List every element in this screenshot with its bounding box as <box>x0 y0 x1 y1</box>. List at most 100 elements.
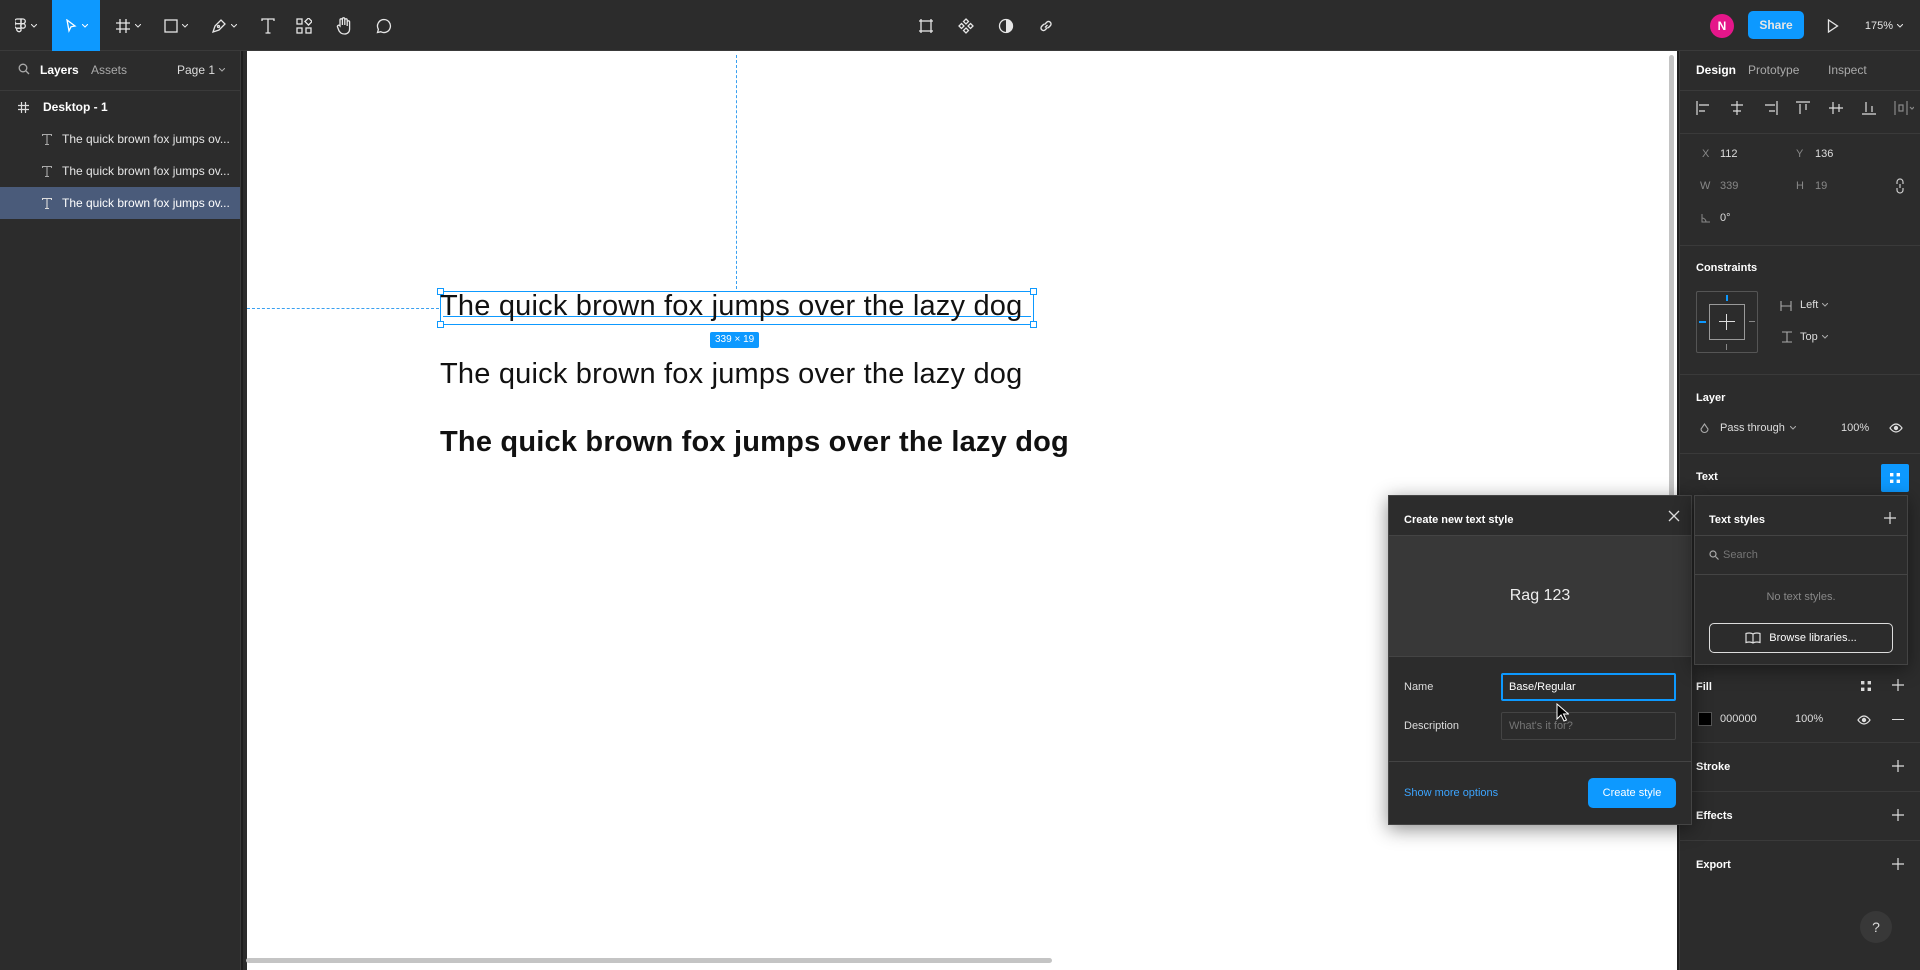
hand-tool-button[interactable] <box>328 0 360 51</box>
mask-button[interactable] <box>990 0 1022 51</box>
align-center-h-icon[interactable] <box>1729 101 1745 115</box>
description-label: Description <box>1404 720 1460 732</box>
effects-section-title: Effects <box>1696 810 1733 822</box>
distribute-icon[interactable] <box>1894 101 1914 115</box>
constraint-vertical-select[interactable]: Top <box>1800 331 1828 343</box>
align-bottom-icon[interactable] <box>1861 101 1877 115</box>
add-style-icon[interactable] <box>1884 512 1896 524</box>
layer-label: The quick brown fox jumps ov... <box>62 164 230 178</box>
tab-inspect[interactable]: Inspect <box>1828 63 1867 77</box>
layer-opacity-input[interactable]: 100% <box>1841 422 1869 434</box>
canvas-text-2[interactable]: The quick brown fox jumps over the lazy … <box>440 358 1022 391</box>
tab-prototype[interactable]: Prototype <box>1748 63 1799 77</box>
divider <box>1680 742 1920 743</box>
h-label: H <box>1796 180 1804 192</box>
resize-handle[interactable] <box>1030 288 1037 295</box>
resources-button[interactable] <box>288 0 320 51</box>
constrain-proportions-icon[interactable] <box>1895 178 1905 194</box>
resize-handle[interactable] <box>1030 321 1037 328</box>
share-button[interactable]: Share <box>1748 11 1804 39</box>
show-more-options-link[interactable]: Show more options <box>1404 787 1498 799</box>
fill-color-swatch[interactable] <box>1698 712 1712 726</box>
layer-text-1[interactable]: The quick brown fox jumps ov... <box>0 123 240 155</box>
empty-state-text: No text styles. <box>1766 591 1836 603</box>
horizontal-scrollbar[interactable] <box>246 958 1052 963</box>
text-styles-popover: Text styles No text styles. Browse libra… <box>1694 495 1908 665</box>
remove-fill-icon[interactable] <box>1892 719 1904 721</box>
text-style-button[interactable] <box>1881 464 1909 492</box>
browse-libraries-label: Browse libraries... <box>1769 632 1857 644</box>
add-stroke-icon[interactable] <box>1892 760 1904 772</box>
layer-frame-desktop[interactable]: Desktop - 1 <box>0 91 240 123</box>
main-menu-button[interactable] <box>8 0 44 51</box>
frame-hash-icon <box>115 18 131 34</box>
text-styles-title: Text styles <box>1709 514 1766 526</box>
align-right-icon[interactable] <box>1762 101 1778 115</box>
layer-text-2[interactable]: The quick brown fox jumps ov... <box>0 155 240 187</box>
add-export-icon[interactable] <box>1892 858 1904 870</box>
h-input[interactable]: 19 <box>1815 180 1827 192</box>
move-tool-button[interactable] <box>52 0 100 51</box>
blend-mode-select[interactable]: Pass through <box>1720 422 1796 434</box>
comment-bubble-icon <box>376 18 392 34</box>
x-label: X <box>1702 148 1710 160</box>
tab-design[interactable]: Design <box>1696 63 1736 77</box>
constraint-h-value: Left <box>1800 299 1819 311</box>
close-icon[interactable] <box>1668 510 1680 522</box>
browse-libraries-button[interactable]: Browse libraries... <box>1709 623 1893 653</box>
link-button[interactable] <box>1030 0 1062 51</box>
style-grid-icon[interactable] <box>1861 681 1871 691</box>
comment-tool-button[interactable] <box>368 0 400 51</box>
eye-icon[interactable] <box>1889 423 1903 433</box>
layer-text-3-selected[interactable]: The quick brown fox jumps ov... <box>0 187 240 219</box>
rotation-input[interactable]: 0° <box>1720 212 1731 224</box>
search-icon[interactable] <box>18 63 30 75</box>
eye-icon[interactable] <box>1857 715 1871 725</box>
tab-layers[interactable]: Layers <box>40 63 79 77</box>
canvas-text-1[interactable]: The quick brown fox jumps over the lazy … <box>440 290 1022 323</box>
fill-opacity-input[interactable]: 100% <box>1795 713 1823 725</box>
constraints-widget[interactable] <box>1696 291 1758 353</box>
add-effect-icon[interactable] <box>1892 809 1904 821</box>
w-input[interactable]: 339 <box>1720 180 1738 192</box>
add-fill-icon[interactable] <box>1892 679 1904 691</box>
page-label: Page 1 <box>177 63 216 77</box>
zoom-dropdown[interactable]: 175% <box>1856 0 1912 51</box>
page-selector[interactable]: Page 1 <box>177 63 226 77</box>
crop-frame-button[interactable] <box>910 0 942 51</box>
layer-label: The quick brown fox jumps ov... <box>62 196 230 210</box>
canvas-edge <box>243 51 247 970</box>
present-button[interactable] <box>1818 0 1848 51</box>
text-tool-button[interactable] <box>252 0 284 51</box>
divider <box>1695 574 1907 575</box>
align-center-v-icon[interactable] <box>1828 101 1844 115</box>
constraint-horizontal-select[interactable]: Left <box>1800 299 1829 311</box>
shape-tool-button[interactable] <box>158 0 194 51</box>
name-field[interactable] <box>1501 673 1676 701</box>
rectangle-icon <box>164 18 178 33</box>
user-avatar[interactable]: N <box>1708 0 1736 51</box>
layers-panel: Layers Assets Page 1 Desktop - 1 The qui… <box>0 51 241 970</box>
avatar-initial: N <box>1710 13 1734 38</box>
description-field[interactable] <box>1501 712 1676 740</box>
canvas-text-3[interactable]: The quick brown fox jumps over the lazy … <box>440 426 1069 459</box>
vertical-constraint-icon <box>1782 331 1792 343</box>
mouse-cursor-icon <box>1556 703 1569 722</box>
tab-assets[interactable]: Assets <box>91 63 127 77</box>
help-button[interactable]: ? <box>1860 911 1892 943</box>
create-style-button[interactable]: Create style <box>1588 778 1676 808</box>
measure-guide-horizontal <box>247 308 439 309</box>
frame-tool-button[interactable] <box>110 0 146 51</box>
y-input[interactable]: 136 <box>1815 148 1833 160</box>
align-left-icon[interactable] <box>1696 101 1712 115</box>
vertical-scrollbar[interactable] <box>1669 55 1674 500</box>
component-button[interactable] <box>950 0 982 51</box>
align-top-icon[interactable] <box>1795 101 1811 115</box>
chevron-down-icon <box>135 23 141 28</box>
pen-tool-button[interactable] <box>206 0 242 51</box>
style-preview: Rag 123 <box>1389 535 1691 657</box>
chevron-down-icon <box>1821 335 1828 339</box>
fill-hex-input[interactable]: 000000 <box>1720 713 1757 725</box>
x-input[interactable]: 112 <box>1720 148 1738 160</box>
style-search-input[interactable] <box>1723 544 1893 566</box>
